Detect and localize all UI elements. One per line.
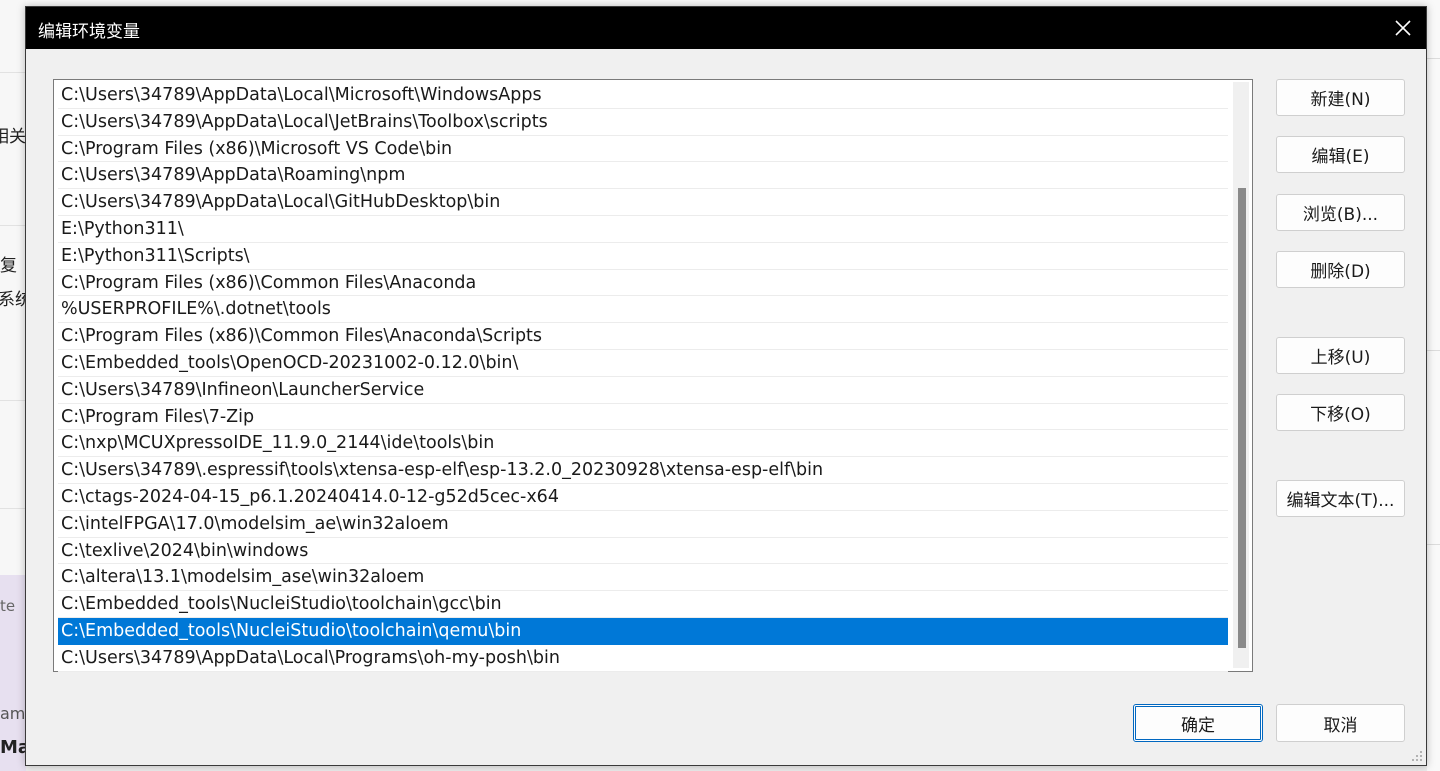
close-button[interactable] <box>1380 7 1426 49</box>
path-list-item[interactable]: C:\Embedded_tools\NucleiStudio\toolchain… <box>58 591 1228 618</box>
delete-button[interactable]: 删除(D) <box>1276 251 1405 288</box>
divider <box>1427 544 1440 545</box>
path-list-item[interactable]: C:\Embedded_tools\NucleiStudio\toolchain… <box>58 617 1228 645</box>
divider <box>0 225 26 226</box>
path-list-item[interactable]: E:\Python311\ <box>58 216 1228 243</box>
background-window-bottom-strip <box>26 766 1427 771</box>
path-list-item[interactable]: C:\Embedded_tools\OpenOCD-20231002-0.12.… <box>58 350 1228 377</box>
divider <box>0 72 26 73</box>
close-icon <box>1395 20 1411 36</box>
path-list-item[interactable]: C:\ctags-2024-04-15_p6.1.20240414.0-12-g… <box>58 484 1228 511</box>
path-list-item[interactable]: C:\Users\34789\AppData\Local\GitHubDeskt… <box>58 189 1228 216</box>
path-list-item[interactable]: C:\Program Files (x86)\Common Files\Anac… <box>58 270 1228 297</box>
path-list-item[interactable]: E:\Python311\Scripts\ <box>58 243 1228 270</box>
move-down-button[interactable]: 下移(O) <box>1276 394 1405 431</box>
background-window-right <box>1427 0 1440 771</box>
path-list-item[interactable]: C:\nxp\MCUXpressoIDE_11.9.0_2144\ide\too… <box>58 430 1228 458</box>
resize-grip-icon[interactable] <box>1411 750 1423 762</box>
divider <box>0 400 26 401</box>
title-bar[interactable]: 编辑环境变量 <box>26 7 1426 49</box>
background-window-left: 相关 复 系统 te am Ma <box>0 0 26 771</box>
edit-env-variable-dialog: 编辑环境变量 C:\Users\34789\AppData\Local\Micr… <box>25 6 1427 766</box>
background-text-fragment: 系统 <box>0 290 26 310</box>
browse-button[interactable]: 浏览(B)... <box>1276 194 1405 231</box>
new-button[interactable]: 新建(N) <box>1276 79 1405 116</box>
scrollbar-thumb[interactable] <box>1238 188 1246 648</box>
path-list-item[interactable]: C:\Users\34789\.espressif\tools\xtensa-e… <box>58 457 1228 484</box>
path-list-item[interactable]: C:\intelFPGA\17.0\modelsim_ae\win32aloem <box>58 511 1228 538</box>
path-list-item[interactable]: %USERPROFILE%\.dotnet\tools <box>58 296 1228 324</box>
divider <box>0 508 26 509</box>
background-text-fragment: te <box>0 597 16 615</box>
path-list-item[interactable]: C:\altera\13.1\modelsim_ase\win32aloem <box>58 564 1228 592</box>
path-list-item[interactable]: C:\Users\34789\AppData\Roaming\npm <box>58 162 1228 190</box>
background-text-fragment: am <box>0 704 26 723</box>
edit-text-button[interactable]: 编辑文本(T)... <box>1276 480 1405 517</box>
path-list-rows: C:\Users\34789\AppData\Local\Microsoft\W… <box>58 82 1228 672</box>
path-list-item[interactable]: C:\Program Files (x86)\Common Files\Anac… <box>58 323 1228 350</box>
path-list-item[interactable]: C:\Program Files (x86)\Microsoft VS Code… <box>58 136 1228 163</box>
ok-button[interactable]: 确定 <box>1133 704 1263 742</box>
cancel-button[interactable]: 取消 <box>1276 704 1405 742</box>
scrollbar[interactable] <box>1233 82 1249 668</box>
dialog-title: 编辑环境变量 <box>38 22 140 42</box>
path-list-item[interactable]: C:\Users\34789\AppData\Local\Microsoft\W… <box>58 82 1228 109</box>
path-list-item[interactable]: C:\Users\34789\AppData\Local\Programs\oh… <box>58 645 1228 672</box>
background-text-fragment: 相关 <box>0 127 26 147</box>
path-list-item[interactable]: C:\texlive\2024\bin\windows <box>58 538 1228 565</box>
path-list-item[interactable]: C:\Users\34789\Infineon\LauncherService <box>58 377 1228 404</box>
move-up-button[interactable]: 上移(U) <box>1276 337 1405 374</box>
path-list[interactable]: C:\Users\34789\AppData\Local\Microsoft\W… <box>53 79 1253 672</box>
edit-button[interactable]: 编辑(E) <box>1276 136 1405 173</box>
path-list-item[interactable]: C:\Program Files\7-Zip <box>58 404 1228 431</box>
background-text-fragment: Ma <box>0 737 26 758</box>
path-list-item[interactable]: C:\Users\34789\AppData\Local\JetBrains\T… <box>58 109 1228 136</box>
divider <box>1427 58 1440 59</box>
divider <box>1427 350 1440 351</box>
background-text-fragment: 复 <box>0 256 17 276</box>
